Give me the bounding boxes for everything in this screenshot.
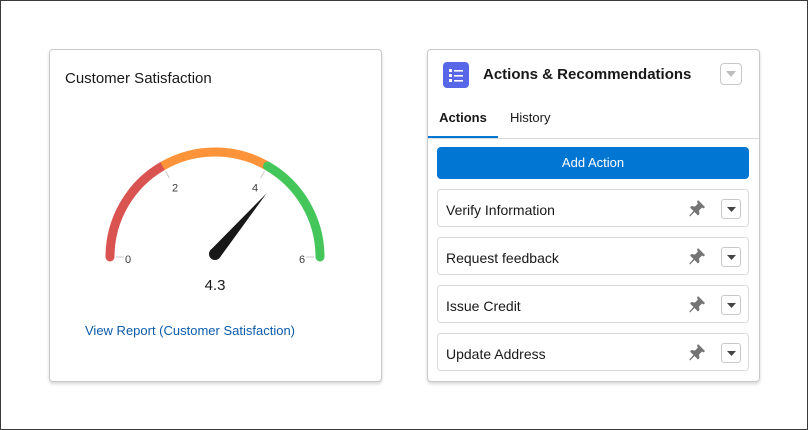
actions-recommendations-card: Actions & Recommendations Actions Histor… xyxy=(427,49,760,382)
gauge-tick-label: 4 xyxy=(252,183,258,195)
satisfaction-gauge: 0 2 4 6 xyxy=(105,147,325,266)
panel-title: Actions & Recommendations xyxy=(483,66,692,83)
view-report-link[interactable]: View Report (Customer Satisfaction) xyxy=(85,323,295,338)
tab-actions[interactable]: Actions xyxy=(428,106,498,138)
item-menu-button[interactable] xyxy=(721,199,741,219)
panel-menu-button[interactable] xyxy=(720,63,742,85)
gauge-needle-hub xyxy=(209,248,221,260)
gauge-tick-label: 6 xyxy=(299,254,305,266)
chevron-down-icon xyxy=(726,302,736,308)
pin-icon[interactable] xyxy=(688,343,706,361)
tab-bar: Actions History xyxy=(428,106,759,139)
gauge-tick-label: 0 xyxy=(125,254,131,266)
chevron-down-icon xyxy=(726,254,736,260)
action-item-label: Request feedback xyxy=(446,250,559,266)
action-item-label: Update Address xyxy=(446,346,546,362)
gauge-needle xyxy=(210,193,267,259)
action-item-label: Verify Information xyxy=(446,202,555,218)
tab-history[interactable]: History xyxy=(510,106,550,138)
pin-icon[interactable] xyxy=(688,199,706,217)
chevron-down-icon xyxy=(726,206,736,212)
item-menu-button[interactable] xyxy=(721,295,741,315)
list-icon xyxy=(443,62,469,88)
chevron-down-icon xyxy=(726,350,736,356)
chevron-down-icon xyxy=(726,71,736,77)
gauge-band xyxy=(263,161,325,262)
add-action-button[interactable]: Add Action xyxy=(437,147,749,179)
customer-satisfaction-card: Customer Satisfaction 0246 4.3 View Repo… xyxy=(49,49,382,382)
gauge-tick-label: 2 xyxy=(172,183,178,195)
pin-icon[interactable] xyxy=(688,247,706,265)
gauge-tick xyxy=(165,171,170,179)
gauge-tick xyxy=(260,171,265,179)
action-item-label: Issue Credit xyxy=(446,298,521,314)
item-menu-button[interactable] xyxy=(721,247,741,267)
gauge-band xyxy=(160,147,270,170)
item-menu-button[interactable] xyxy=(721,343,741,363)
action-item-verify-information[interactable]: Verify Information xyxy=(437,189,749,227)
action-item-request-feedback[interactable]: Request feedback xyxy=(437,237,749,275)
pin-icon[interactable] xyxy=(688,295,706,313)
gauge-band xyxy=(105,161,167,262)
action-item-update-address[interactable]: Update Address xyxy=(437,333,749,371)
gauge-value: 4.3 xyxy=(204,277,226,294)
action-item-issue-credit[interactable]: Issue Credit xyxy=(437,285,749,323)
